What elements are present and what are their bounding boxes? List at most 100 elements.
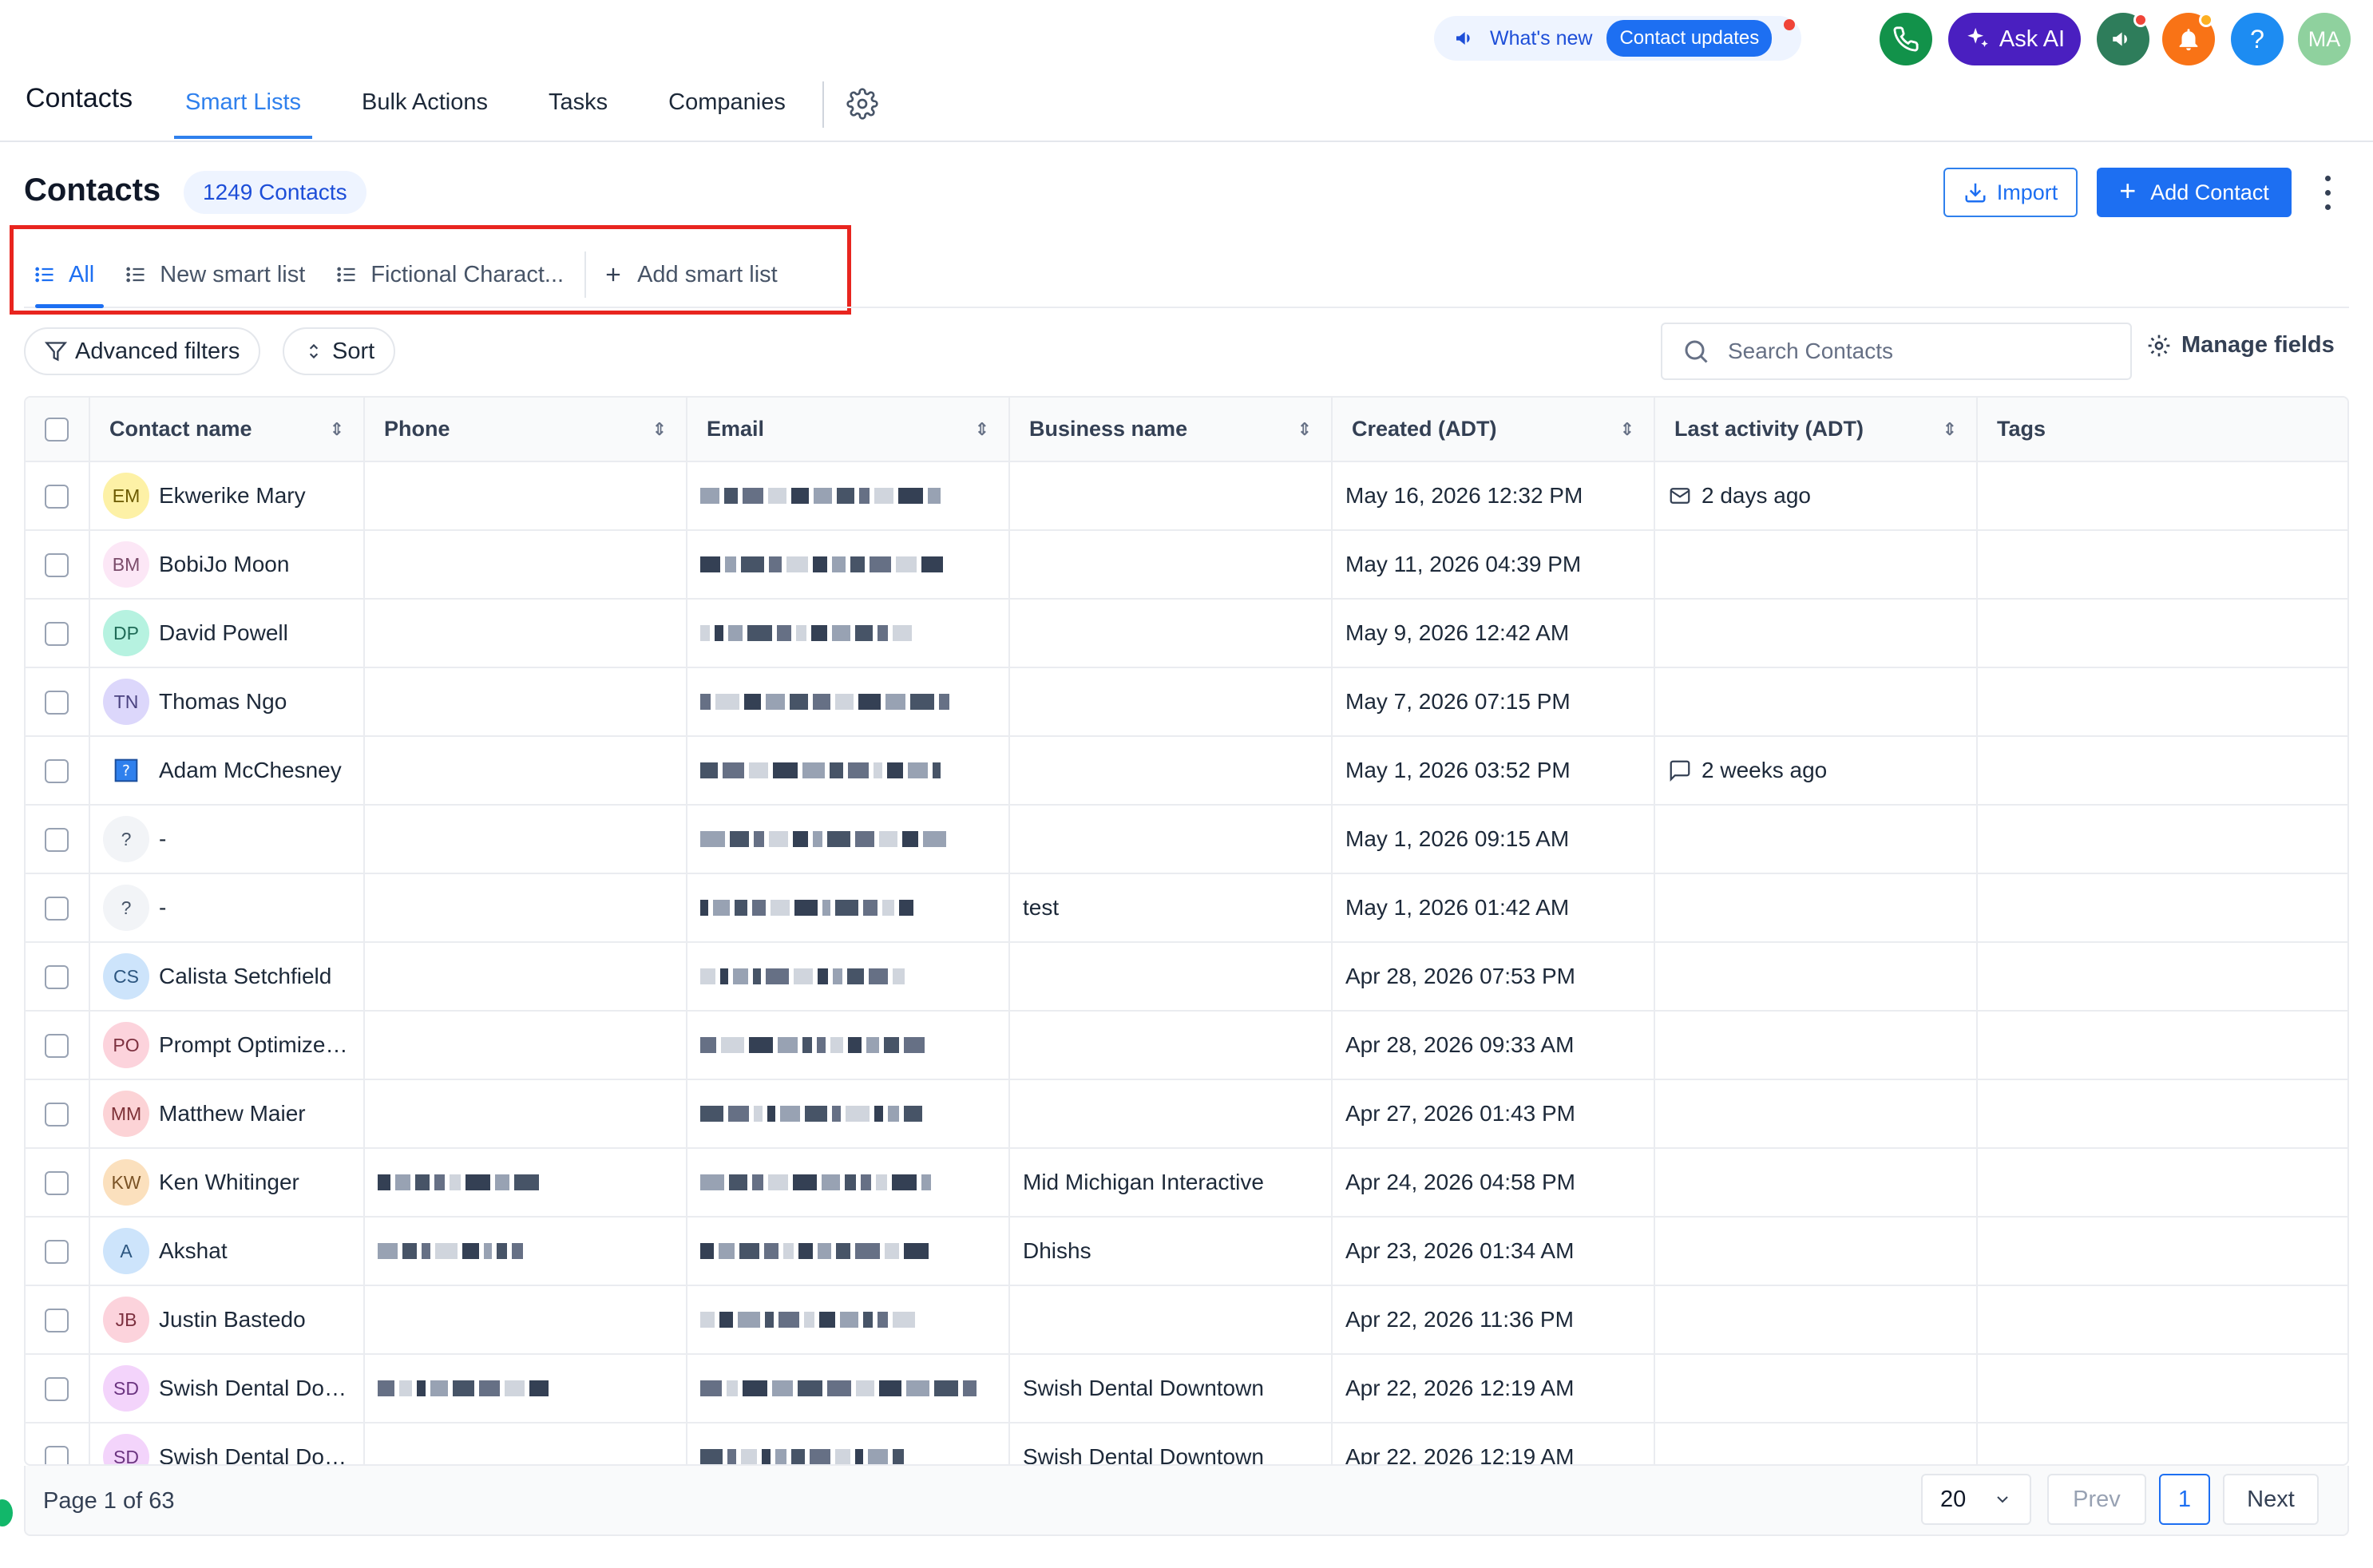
notifications-button[interactable] <box>2162 13 2215 65</box>
smart-list-tab-all[interactable]: All <box>24 236 105 313</box>
sort-arrows-icon[interactable]: ⇕ <box>975 419 989 440</box>
help-button[interactable]: ? <box>2231 13 2284 65</box>
table-row[interactable]: ? Adam McChesney May 1, 2026 03:52 PM 2 wee… <box>26 736 2347 806</box>
contact-name-cell[interactable]: KW Ken Whitinger <box>89 1148 365 1218</box>
table-row[interactable]: MM Matthew Maier Apr 27, 2026 01:43 PM <box>26 1079 2347 1149</box>
contact-name-cell[interactable]: ? Adam McChesney <box>89 736 365 806</box>
contact-name[interactable]: Swish Dental Downtown <box>159 1376 351 1401</box>
add-smart-list-button[interactable]: Add smart list <box>592 236 787 313</box>
smart-list-tab-fictional[interactable]: Fictional Charact... <box>326 236 573 313</box>
import-button[interactable]: Import <box>1943 168 2078 217</box>
row-checkbox[interactable] <box>45 1240 69 1265</box>
column-header[interactable]: Tags <box>1977 398 2347 462</box>
tab-companies[interactable]: Companies <box>657 80 797 139</box>
column-header[interactable]: Contact name ⇕ <box>89 398 365 462</box>
contact-name-cell[interactable]: MM Matthew Maier <box>89 1079 365 1149</box>
contact-name-cell[interactable]: SD Swish Dental Downtown <box>89 1354 365 1423</box>
sort-arrows-icon[interactable]: ⇕ <box>652 419 667 440</box>
row-checkbox[interactable] <box>45 1171 69 1196</box>
contact-name[interactable]: BobiJo Moon <box>159 552 289 577</box>
table-row[interactable]: CS Calista Setchfield Apr 28, 2026 07:53 P… <box>26 942 2347 1012</box>
column-header[interactable]: Phone ⇕ <box>364 398 687 462</box>
per-page-select[interactable]: 20 <box>1921 1474 2031 1525</box>
contact-name-cell[interactable]: SD Swish Dental Downtown <box>89 1423 365 1464</box>
contact-updates-pill[interactable]: Contact updates <box>1606 20 1773 57</box>
ask-ai-button[interactable]: Ask AI <box>1948 13 2081 65</box>
contact-name[interactable]: - <box>159 895 166 921</box>
row-checkbox[interactable] <box>45 622 69 647</box>
contact-name-cell[interactable]: CS Calista Setchfield <box>89 942 365 1012</box>
row-checkbox[interactable] <box>45 965 69 990</box>
next-page-button[interactable]: Next <box>2223 1474 2319 1525</box>
tab-tasks[interactable]: Tasks <box>537 80 619 139</box>
contact-name[interactable]: Akshat <box>159 1238 228 1264</box>
smart-list-tab-new[interactable]: New smart list <box>115 236 315 313</box>
table-row[interactable]: TN Thomas Ngo May 7, 2026 07:15 PM <box>26 667 2347 737</box>
contact-name[interactable]: Ken Whitinger <box>159 1170 299 1195</box>
row-checkbox[interactable] <box>45 828 69 853</box>
column-header[interactable]: Business name ⇕ <box>1009 398 1333 462</box>
prev-page-button[interactable]: Prev <box>2047 1474 2146 1525</box>
table-row[interactable]: A Akshat Dhishs Apr 23, 2026 01:34 AM <box>26 1217 2347 1286</box>
contact-name[interactable]: David Powell <box>159 620 288 646</box>
phone-button[interactable] <box>1880 13 1932 65</box>
gear-icon[interactable] <box>846 88 878 120</box>
contact-name-cell[interactable]: DP David Powell <box>89 599 365 668</box>
contact-name[interactable]: Thomas Ngo <box>159 689 287 715</box>
more-options-icon[interactable] <box>2316 171 2339 214</box>
column-header[interactable]: Created (ADT) ⇕ <box>1332 398 1655 462</box>
contact-name[interactable]: Calista Setchfield <box>159 964 331 989</box>
advanced-filters-button[interactable]: Advanced filters <box>24 327 261 375</box>
manage-fields-button[interactable]: Manage fields <box>2146 332 2335 358</box>
table-row[interactable]: SD Swish Dental Downtown Swish Dental Down… <box>26 1354 2347 1423</box>
contact-name[interactable]: Prompt Optimizer Test ... <box>159 1032 351 1058</box>
user-avatar[interactable]: MA <box>2298 13 2351 65</box>
sort-arrows-icon[interactable]: ⇕ <box>330 419 344 440</box>
table-row[interactable]: BM BobiJo Moon May 11, 2026 04:39 PM <box>26 530 2347 600</box>
select-all-checkbox[interactable] <box>45 418 69 442</box>
contact-name[interactable]: - <box>159 826 166 852</box>
contact-name-cell[interactable]: BM BobiJo Moon <box>89 530 365 600</box>
row-checkbox[interactable] <box>45 1377 69 1402</box>
table-row[interactable]: DP David Powell May 9, 2026 12:42 AM <box>26 599 2347 668</box>
tab-bulk-actions[interactable]: Bulk Actions <box>351 80 499 139</box>
contact-name[interactable]: Matthew Maier <box>159 1101 306 1127</box>
column-header[interactable]: Email ⇕ <box>687 398 1010 462</box>
table-row[interactable]: JB Justin Bastedo Apr 22, 2026 11:36 PM <box>26 1285 2347 1355</box>
contact-name[interactable]: Justin Bastedo <box>159 1307 306 1332</box>
contact-name-cell[interactable]: ? - <box>89 873 365 943</box>
column-header[interactable]: Last activity (ADT) ⇕ <box>1654 398 1978 462</box>
contact-name[interactable]: Ekwerike Mary <box>159 483 306 509</box>
whats-new-banner[interactable]: What's new Contact updates <box>1434 16 1801 61</box>
row-checkbox[interactable] <box>45 897 69 921</box>
table-row[interactable]: PO Prompt Optimizer Test ... Apr 28, 2026 … <box>26 1011 2347 1080</box>
sort-button[interactable]: Sort <box>283 327 396 375</box>
current-page-button[interactable]: 1 <box>2159 1474 2210 1525</box>
table-row[interactable]: ? - test May 1, 2026 01:42 AM <box>26 873 2347 943</box>
contact-name-cell[interactable]: A Akshat <box>89 1217 365 1286</box>
tab-smart-lists[interactable]: Smart Lists <box>174 80 313 139</box>
row-checkbox[interactable] <box>45 1309 69 1333</box>
table-row[interactable]: KW Ken Whitinger Mid Michigan Interactive A… <box>26 1148 2347 1218</box>
contact-name[interactable]: Swish Dental Downtown <box>159 1444 351 1464</box>
table-row[interactable]: EM Ekwerike Mary May 16, 2026 12:32 PM 2 da… <box>26 461 2347 531</box>
contact-name-cell[interactable]: EM Ekwerike Mary <box>89 461 365 531</box>
row-checkbox[interactable] <box>45 1034 69 1059</box>
row-checkbox[interactable] <box>45 553 69 578</box>
row-checkbox[interactable] <box>45 691 69 715</box>
announcements-button[interactable] <box>2097 13 2149 65</box>
contact-name-cell[interactable]: JB Justin Bastedo <box>89 1285 365 1355</box>
sort-arrows-icon[interactable]: ⇕ <box>1620 419 1634 440</box>
contact-name-cell[interactable]: ? - <box>89 805 365 874</box>
row-checkbox[interactable] <box>45 1446 69 1464</box>
contact-name[interactable]: Adam McChesney <box>159 758 342 783</box>
contact-name-cell[interactable]: TN Thomas Ngo <box>89 667 365 737</box>
sort-arrows-icon[interactable]: ⇕ <box>1943 419 1957 440</box>
table-row[interactable]: ? - May 1, 2026 09:15 AM <box>26 805 2347 874</box>
contact-name-cell[interactable]: PO Prompt Optimizer Test ... <box>89 1011 365 1080</box>
sort-arrows-icon[interactable]: ⇕ <box>1297 419 1312 440</box>
add-contact-button[interactable]: + Add Contact <box>2097 168 2292 217</box>
row-checkbox[interactable] <box>45 485 69 509</box>
table-row[interactable]: SD Swish Dental Downtown Swish Dental Down… <box>26 1423 2347 1464</box>
row-checkbox[interactable] <box>45 759 69 784</box>
